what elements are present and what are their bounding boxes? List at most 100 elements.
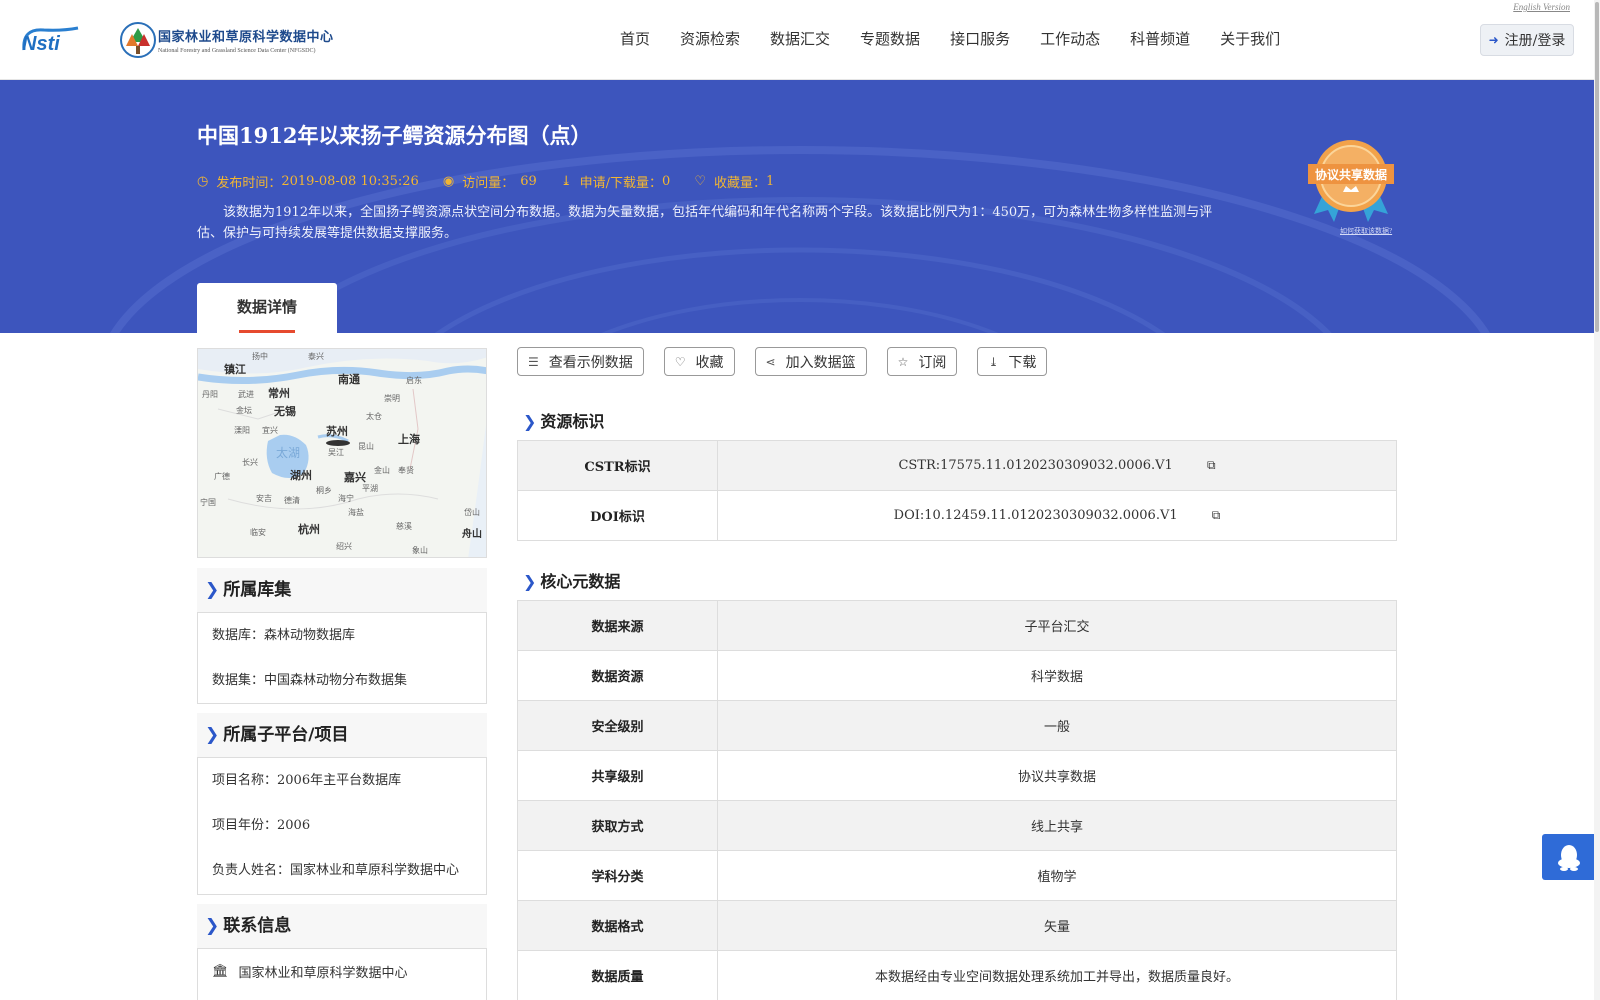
dataset-meta-row: ◷ 发布时间： 2019-08-08 10:35:26 ◉ 访问量： 69 ⤓ …: [197, 172, 798, 191]
database-line: 数据库：森林动物数据库: [212, 628, 356, 643]
map-label-nantong: 南通: [338, 372, 360, 386]
table-key-cell: 数据来源: [517, 600, 718, 651]
platform-title: 所属子平台/项目: [223, 725, 349, 745]
core-meta-table: 数据来源 子平台汇交 数据资源 科学数据 安全级别 一般 共享级别 协议共享数据 获取方…: [517, 600, 1397, 1000]
map-label-guangde: 广德: [214, 471, 230, 481]
collection-title: 所属库集: [223, 580, 292, 600]
tab-data-details[interactable]: 数据详情: [197, 283, 337, 333]
qq-contact-button[interactable]: [1542, 834, 1596, 880]
nav-home[interactable]: 首页: [620, 28, 650, 49]
core-meta-head: ❯ 核心元数据: [523, 568, 620, 592]
map-label-taicang: 太仓: [366, 411, 382, 421]
table-key-cell: 安全级别: [517, 700, 718, 751]
center-emblem-logo[interactable]: [118, 20, 158, 60]
map-label-taixing: 泰兴: [308, 351, 324, 361]
contact-section-body: 🏛 国家林业和草原科学数据中心: [197, 948, 487, 1000]
collection-section-body: 数据库：森林动物数据库 数据集：中国森林动物分布数据集: [197, 612, 487, 704]
english-version-link[interactable]: English Version: [1513, 2, 1570, 12]
leader-line: 负责人姓名：国家林业和草原科学数据中心: [212, 863, 460, 878]
table-row: 安全级别 一般: [517, 700, 1397, 751]
login-register-button[interactable]: ➜ 注册/登录: [1480, 24, 1574, 56]
map-label-jinshan: 金山: [374, 465, 390, 475]
table-row: 数据资源 科学数据: [517, 650, 1397, 701]
heart-icon: ♡: [694, 174, 706, 189]
table-key-cell: 数据资源: [517, 650, 718, 701]
download-icon: ⤓: [560, 174, 572, 189]
table-value-cell: 矢量: [717, 900, 1397, 951]
nav-api-service[interactable]: 接口服务: [950, 28, 1010, 49]
map-label-xiangshan: 象山: [412, 545, 428, 555]
star-icon: ☆: [897, 354, 909, 369]
map-label-wujin: 武进: [238, 389, 254, 399]
dataset-title: 中国1912年以来扬子鳄资源分布图（点）: [197, 123, 592, 148]
map-label-wujiang: 吴江: [328, 448, 344, 457]
badge-label: 协议共享数据: [1315, 167, 1387, 182]
svg-text:Nsti: Nsti: [22, 33, 60, 55]
database-icon: ☰: [528, 354, 539, 369]
favorite-count: ♡ 收藏量： 1: [694, 172, 774, 191]
platform-section-head: ❯ 所属子平台/项目: [197, 713, 487, 757]
table-key-cell: DOI标识: [517, 490, 718, 541]
agreement-share-badge: 协议共享数据: [1308, 140, 1394, 222]
heart-icon: ♡: [674, 354, 686, 369]
map-label-zhoushan: 舟山: [462, 527, 482, 540]
table-key-cell: 学科分类: [517, 850, 718, 901]
map-label-wuxi: 无锡: [273, 404, 296, 418]
table-value-cell: 植物学: [717, 850, 1397, 901]
nav-data-submission[interactable]: 数据汇交: [770, 28, 830, 49]
nav-about-us[interactable]: 关于我们: [1220, 28, 1280, 49]
downloads-value: 0: [662, 174, 671, 189]
map-label-danyang: 丹阳: [202, 390, 218, 399]
download-icon: ⤓: [988, 354, 999, 369]
download-count: ⤓ 申请/下载量： 0: [561, 172, 671, 191]
map-label-daishan: 岱山: [464, 507, 480, 517]
table-row: CSTR标识 CSTR:17575.11.0120230309032.0006.…: [517, 440, 1397, 491]
map-label-yixing: 宜兴: [262, 425, 278, 435]
scrollbar-thumb[interactable]: [1595, 2, 1599, 332]
doi-value: DOI:10.12459.11.0120230309032.0006.V1: [893, 508, 1178, 523]
nav-science-channel[interactable]: 科普频道: [1130, 28, 1190, 49]
copy-icon[interactable]: ⧉: [1212, 508, 1221, 523]
map-label-taihu: 太湖: [276, 445, 300, 460]
download-button[interactable]: ⤓ 下载: [977, 347, 1048, 376]
table-row: 学科分类 植物学: [517, 850, 1397, 901]
add-to-basket-button[interactable]: ⋖ 加入数据篮: [754, 347, 867, 376]
resource-id-table: CSTR标识 CSTR:17575.11.0120230309032.0006.…: [517, 440, 1397, 541]
table-key-cell: 数据质量: [517, 950, 718, 1000]
project-name-line: 项目名称：2006年主平台数据库: [212, 773, 402, 788]
resource-id-head: ❯ 资源标识: [523, 408, 604, 432]
map-label-tongxiang: 桐乡: [316, 485, 332, 495]
subscribe-button[interactable]: ☆ 订阅: [886, 347, 958, 376]
map-label-deqing: 德清: [284, 495, 300, 505]
table-row: 数据格式 矢量: [517, 900, 1397, 951]
publish-time: ◷ 发布时间： 2019-08-08 10:35:26: [197, 172, 419, 191]
distribution-map[interactable]: 镇江 常州 无锡 南通 苏州 上海 湖州 嘉兴 杭州 舟山 太湖 扬中 泰兴 启…: [197, 348, 487, 558]
copy-icon[interactable]: ⧉: [1207, 458, 1216, 473]
download-label: 下载: [1008, 354, 1037, 371]
nsti-logo[interactable]: Nsti: [18, 20, 98, 60]
map-label-suzhou: 苏州: [326, 424, 348, 438]
nav-thematic-data[interactable]: 专题数据: [860, 28, 920, 49]
table-value-cell: 一般: [717, 700, 1397, 751]
table-key-cell: 共享级别: [517, 750, 718, 801]
map-label-hangzhou: 杭州: [298, 522, 320, 536]
center-logo-text: 国家林业和草原科学数据中心 National Forestry and Gras…: [158, 26, 334, 54]
map-label-shanghai: 上海: [398, 432, 420, 446]
view-sample-button[interactable]: ☰ 查看示例数据: [517, 347, 644, 376]
map-label-qidong: 启东: [406, 375, 422, 385]
nav-resource-search[interactable]: 资源检索: [680, 28, 740, 49]
how-to-get-data-link[interactable]: 如何获取该数据?: [1340, 226, 1392, 236]
dataset-line: 数据集：中国森林动物分布数据集: [212, 673, 408, 688]
contact-title: 联系信息: [223, 916, 292, 936]
table-key-cell: 数据格式: [517, 900, 718, 951]
collection-section-head: ❯ 所属库集: [197, 568, 487, 612]
favorites-value: 1: [766, 174, 775, 189]
project-year-line: 项目年份：2006: [212, 818, 311, 833]
map-label-ningguo: 宁国: [200, 497, 216, 507]
favorite-button[interactable]: ♡ 收藏: [663, 347, 735, 376]
table-value-cell: CSTR:17575.11.0120230309032.0006.V1 ⧉: [717, 440, 1397, 491]
nav-news[interactable]: 工作动态: [1040, 28, 1100, 49]
table-value-cell: 线上共享: [717, 800, 1397, 851]
map-label-linan: 临安: [250, 527, 266, 537]
table-row: 数据来源 子平台汇交: [517, 600, 1397, 651]
